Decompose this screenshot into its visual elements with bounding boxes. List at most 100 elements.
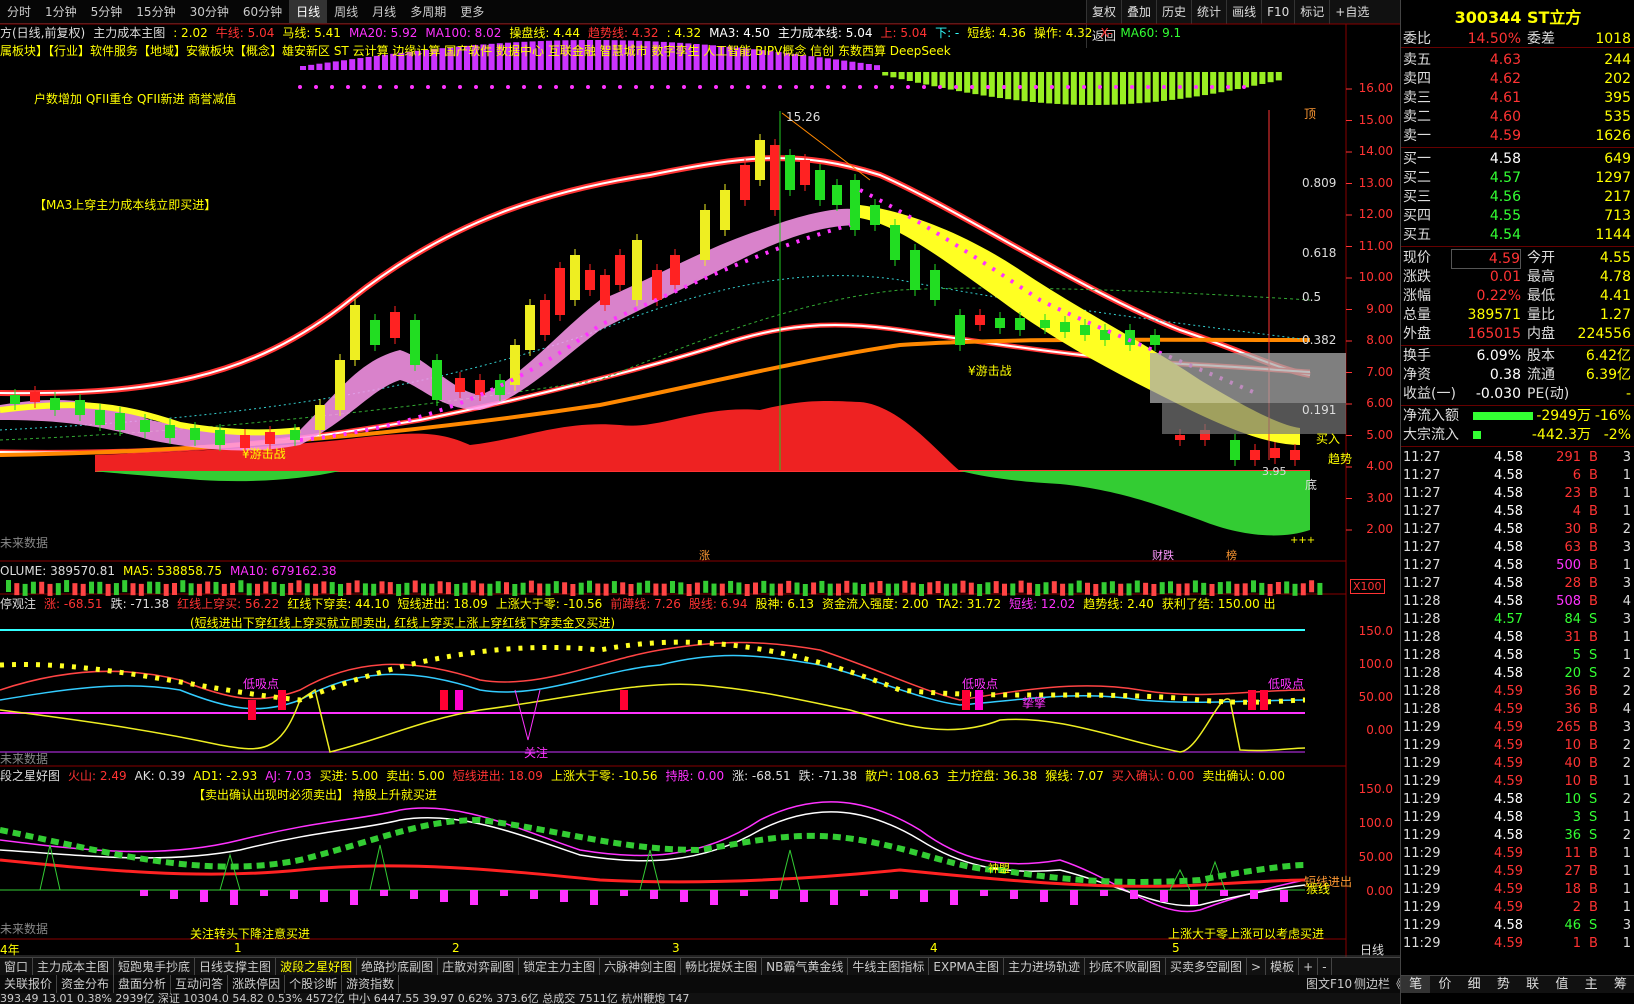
signal-dot — [538, 85, 542, 89]
indicator-tab-13[interactable]: 主力进场轨迹 — [1004, 958, 1086, 975]
kline-chart[interactable] — [0, 0, 1400, 957]
indicator-tab-12[interactable]: EXPMA主图 — [929, 958, 1004, 975]
right-tab-0[interactable]: 笔 — [1401, 976, 1431, 993]
quote-label: 卖一 — [1403, 128, 1431, 144]
histogram-bar — [964, 72, 971, 93]
histogram-bar — [1005, 72, 1012, 100]
histogram-bar — [874, 65, 880, 70]
quote-price: 4.58 — [1489, 151, 1521, 167]
signal-dot — [874, 85, 878, 89]
quote-volume: 217 — [1604, 189, 1631, 205]
indicator-tab-3[interactable]: 日线支撑主图 — [195, 958, 277, 975]
volume-bar — [72, 583, 78, 596]
chart-indicator[interactable]: 主力成本主图 — [93, 26, 165, 40]
volume-bar — [396, 583, 402, 596]
candle-body — [815, 170, 825, 200]
indicator-tab-15[interactable]: 买卖多空副图 — [1166, 958, 1248, 975]
histogram-bar — [857, 62, 864, 70]
candle-body — [720, 190, 730, 230]
indicator-tab-19[interactable]: - — [1318, 958, 1332, 975]
volume-bar — [504, 582, 509, 595]
indicator-tab-10[interactable]: NB霸气黄金线 — [762, 958, 849, 975]
quote-volume: 649 — [1604, 151, 1631, 167]
tick-time: 11:28 — [1403, 612, 1441, 627]
histogram-bar — [1267, 72, 1274, 83]
tick-price: 4.59 — [1494, 900, 1523, 915]
stock-title[interactable]: 300344 ST立方 — [1401, 4, 1634, 28]
bottom-tab-5[interactable]: 个股诊断 — [285, 975, 343, 993]
volume-bar — [6, 580, 11, 592]
stat-value: 0.01 — [1489, 269, 1521, 285]
right-tab-3[interactable]: 势 — [1489, 976, 1518, 993]
signal-dot — [426, 85, 430, 89]
indicator-value: 趋势线: 4.32 — [587, 26, 659, 40]
indicator-tab-11[interactable]: 牛线主图指标 — [848, 958, 930, 975]
indicator-tab-2[interactable]: 短跑鬼手抄底 — [114, 958, 196, 975]
indicator-tab-18[interactable]: + — [1299, 958, 1319, 975]
bottom-tab-4[interactable]: 涨跌停因 — [228, 975, 286, 993]
tick-volume: 291 — [1556, 450, 1581, 465]
tick-volume: 2 — [1572, 900, 1581, 915]
indicator-tab-16[interactable]: > — [1247, 958, 1267, 975]
indicator-tab-5[interactable]: 绝路抄底副图 — [357, 958, 439, 975]
bottom-tab-1[interactable]: 资金分布 — [57, 975, 115, 993]
bottom-tab-3[interactable]: 互动问答 — [171, 975, 229, 993]
indicator-tab-6[interactable]: 庄散对弈副图 — [438, 958, 520, 975]
right-tab-6[interactable]: 主 — [1577, 976, 1606, 993]
indicator-value: 买进: 5.00 — [319, 769, 379, 783]
indicator-tab-9[interactable]: 畅比提妖主图 — [681, 958, 763, 975]
tick-side: B — [1589, 864, 1598, 879]
indicator-tab-1[interactable]: 主力成本主图 — [33, 958, 115, 975]
histogram-bar — [997, 72, 1003, 99]
volume-bar — [279, 583, 285, 596]
tick-time: 11:29 — [1403, 900, 1441, 915]
indicator-tab-8[interactable]: 六脉神剑主图 — [600, 958, 682, 975]
candle-body — [265, 432, 275, 444]
right-tab-1[interactable]: 价 — [1430, 976, 1459, 993]
fib-0191: 0.191 — [1302, 403, 1337, 417]
volume-bar — [147, 581, 153, 594]
y-tick-label: 16.00 — [1358, 81, 1393, 95]
bottom-tab-0[interactable]: 关联报价 — [0, 975, 58, 993]
volume-bar — [1126, 583, 1132, 596]
right-tab-2[interactable]: 细 — [1460, 976, 1489, 993]
signal-dot — [970, 85, 974, 89]
signal-dot — [442, 85, 446, 89]
signal-bar — [1248, 690, 1256, 710]
tick-side: B — [1589, 738, 1598, 753]
indicator-tab-0[interactable]: 窗口 — [0, 958, 34, 975]
tick-count: 2 — [1622, 684, 1631, 699]
right-tab-4[interactable]: 联 — [1518, 976, 1547, 993]
indicator-tab-7[interactable]: 锁定主力主图 — [519, 958, 601, 975]
indicator-tab-4[interactable]: 波段之星好图 — [276, 958, 358, 975]
volume-bar — [836, 583, 841, 596]
tick-time: 11:28 — [1403, 684, 1441, 699]
f10-link[interactable]: 图文F10 — [1302, 975, 1356, 993]
y-tick-label: 8.00 — [1366, 333, 1393, 347]
tick-time: 11:28 — [1403, 648, 1441, 663]
tick-count: 2 — [1622, 738, 1631, 753]
right-tab-7[interactable]: 筹 — [1606, 976, 1634, 993]
quote-row: 买三 4.56 217 — [1401, 188, 1634, 206]
bottom-tab-2[interactable]: 盘面分析 — [114, 975, 172, 993]
indicator-tab-17[interactable]: 模板 — [1266, 958, 1300, 975]
volume-bar — [520, 582, 526, 595]
y-tick-label: 150.0 — [1358, 782, 1393, 796]
signal-dot — [474, 85, 478, 89]
tick-side: S — [1589, 792, 1598, 807]
tick-row: 11:29 4.59 27 B 1 — [1401, 863, 1634, 881]
histogram-bar — [972, 72, 979, 95]
stat-value: 4.78 — [1599, 269, 1631, 285]
tick-count: 1 — [1622, 774, 1631, 789]
sidebar-link[interactable]: 侧边栏《 — [1350, 975, 1400, 993]
indicator-tab-14[interactable]: 抄底不败副图 — [1085, 958, 1167, 975]
volume-bar — [844, 580, 850, 593]
bottom-tab-6[interactable]: 游资指数 — [342, 975, 400, 993]
xi-label-2: 低吸点 — [962, 677, 999, 691]
ticks-divider — [1401, 446, 1634, 447]
right-tab-5[interactable]: 值 — [1547, 976, 1576, 993]
indicator-value: 股神: 6.13 — [755, 597, 815, 611]
indicator-value: 红线下穿卖: 44.10 — [287, 597, 390, 611]
quote-row: 买五 4.54 1144 — [1401, 226, 1634, 244]
candle-body — [525, 305, 535, 350]
